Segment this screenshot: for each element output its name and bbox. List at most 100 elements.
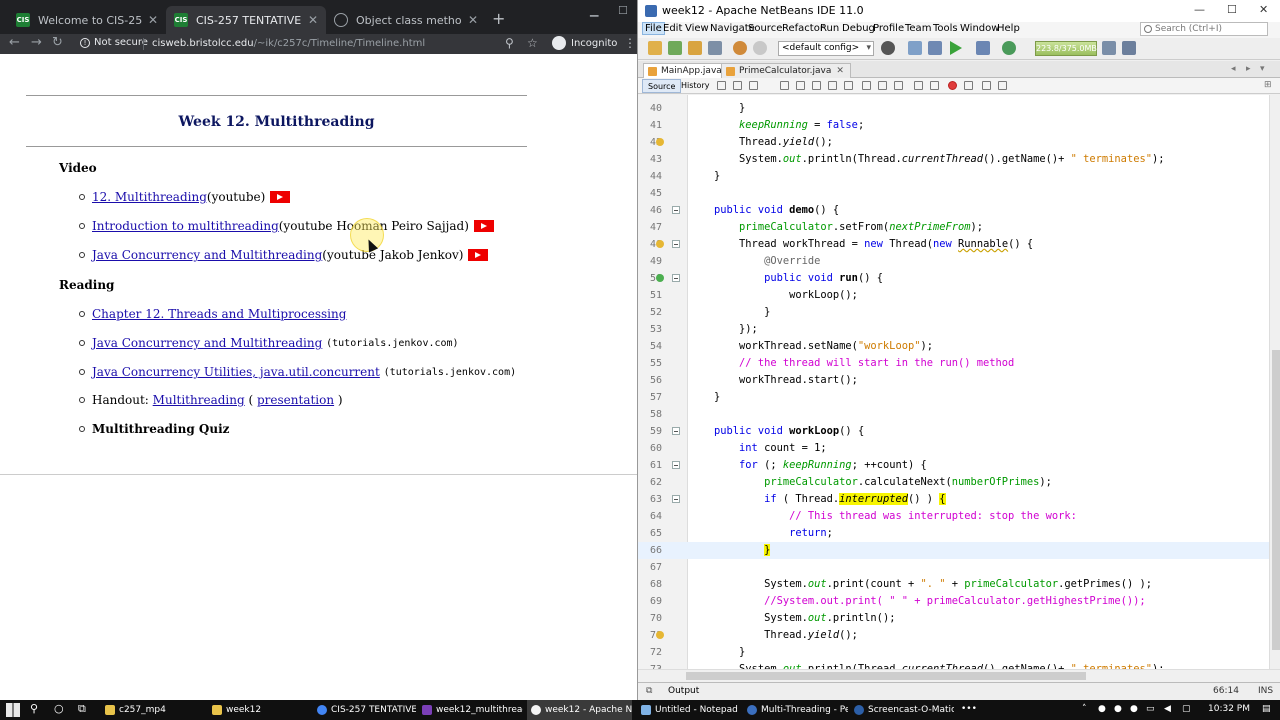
shift-right-icon[interactable]: [930, 81, 939, 90]
redo-icon[interactable]: [753, 41, 767, 55]
warning-marker-icon[interactable]: [656, 631, 664, 639]
youtube-icon[interactable]: [270, 191, 291, 203]
minimize-icon[interactable]: —: [1194, 3, 1205, 16]
menu-edit[interactable]: Edit: [663, 23, 682, 34]
taskbar-item-multithreading-doc[interactable]: Multi-Threading - Per...: [743, 700, 848, 720]
override-marker-icon[interactable]: [656, 274, 664, 282]
gc-icon[interactable]: [1102, 41, 1116, 55]
find-selection-icon[interactable]: [828, 81, 837, 90]
record-macro-icon[interactable]: [948, 81, 957, 90]
history-view-button[interactable]: History: [676, 79, 714, 93]
fold-toggle-icon[interactable]: [672, 206, 680, 214]
fold-toggle-icon[interactable]: [672, 274, 680, 282]
fold-toggle-icon[interactable]: [672, 495, 680, 503]
menu-view[interactable]: View: [685, 23, 709, 34]
scroll-thumb[interactable]: [686, 672, 1086, 680]
menu-tools[interactable]: Tools: [933, 23, 958, 34]
run-icon[interactable]: [950, 41, 962, 55]
profile-icon[interactable]: [1002, 41, 1016, 55]
taskbar-item-week12[interactable]: week12: [208, 700, 311, 720]
vertical-scrollbar[interactable]: [1269, 95, 1280, 669]
incognito-indicator[interactable]: Incognito: [552, 36, 617, 50]
next-bookmark-icon[interactable]: [878, 81, 887, 90]
build-icon[interactable]: [908, 41, 922, 55]
back-icon[interactable]: ←: [9, 35, 20, 50]
network-icon[interactable]: ▭: [1146, 704, 1155, 714]
ide-search-input[interactable]: Search (Ctrl+I): [1140, 22, 1268, 36]
menu-source[interactable]: Source: [748, 23, 782, 34]
new-file-icon[interactable]: [668, 41, 682, 55]
menu-help[interactable]: Help: [997, 23, 1020, 34]
tab-scroll-left-icon[interactable]: ◂: [1231, 64, 1236, 74]
menu-refactor[interactable]: Refactor: [782, 23, 824, 34]
toggle-highlight-icon[interactable]: [844, 81, 853, 90]
tray-up-icon[interactable]: ˄: [1082, 704, 1087, 714]
close-icon[interactable]: ✕: [148, 13, 158, 27]
pause-io-icon[interactable]: [1122, 41, 1136, 55]
forward-icon[interactable]: →: [31, 35, 42, 50]
config-select[interactable]: <default config>: [778, 41, 874, 56]
notifications-icon[interactable]: ▤: [1262, 704, 1271, 714]
toggle-bookmark-icon[interactable]: [894, 81, 903, 90]
restore-icon[interactable]: ☐: [618, 4, 628, 17]
memory-meter[interactable]: 223.8/375.0MB: [1035, 41, 1097, 56]
search-icon[interactable]: ⚲: [30, 702, 38, 715]
menu-run[interactable]: Run: [820, 23, 839, 34]
overflow-icon[interactable]: •••: [961, 704, 977, 714]
stop-macro-icon[interactable]: [964, 81, 973, 90]
chapter-link[interactable]: Chapter 12. Threads and Multiprocessing: [92, 307, 346, 321]
tab-primecalculator[interactable]: PrimeCalculator.java ✕: [721, 63, 851, 78]
clean-build-icon[interactable]: [928, 41, 942, 55]
tab-welcome[interactable]: CIS Welcome to CIS-257 online! ✕: [8, 6, 166, 34]
jenkov-concurrency-link[interactable]: Java Concurrency and Multithreading: [92, 336, 322, 350]
tab-scroll-right-icon[interactable]: ▸: [1246, 64, 1251, 74]
menu-debug[interactable]: Debug: [842, 23, 875, 34]
display-icon[interactable]: ▢: [1182, 704, 1191, 714]
taskbar-item-c257-mp4[interactable]: c257_mp4: [101, 700, 206, 720]
address-bar[interactable]: cisweb.bristolcc.edu/~ik/c257c/Timeline/…: [152, 38, 425, 49]
warning-marker-icon[interactable]: [656, 138, 664, 146]
tray-app-icon[interactable]: ●: [1114, 704, 1122, 714]
tab-schedule[interactable]: CIS CIS-257 TENTATIVE SCHEDULE ✕: [166, 6, 326, 34]
clock[interactable]: 10:32 PM: [1208, 704, 1250, 714]
close-icon[interactable]: ✕: [1259, 3, 1268, 16]
last-edit-icon[interactable]: [717, 81, 726, 90]
taskbar-item-week12-multithreading[interactable]: week12_multithreadi...: [418, 700, 523, 720]
uncomment-icon[interactable]: [998, 81, 1007, 90]
code-editor[interactable]: 40 } 41 keepRunning = false; 42 Thread.y…: [638, 95, 1269, 669]
reload-icon[interactable]: ↻: [52, 35, 63, 50]
scroll-thumb[interactable]: [1272, 350, 1280, 650]
task-view-icon[interactable]: ⧉: [78, 702, 86, 716]
cortana-icon[interactable]: ○: [54, 702, 64, 715]
find-next-icon[interactable]: [812, 81, 821, 90]
fold-toggle-icon[interactable]: [672, 427, 680, 435]
horizontal-scrollbar[interactable]: [638, 669, 1280, 681]
video-link[interactable]: Introduction to multithreading: [92, 219, 279, 233]
warning-marker-icon[interactable]: [656, 240, 664, 248]
menu-profile[interactable]: Profile: [873, 23, 904, 34]
split-editor-icon[interactable]: ⊞: [1264, 80, 1272, 90]
close-icon[interactable]: ✕: [836, 66, 844, 76]
open-project-icon[interactable]: [688, 41, 702, 55]
bookmark-star-icon[interactable]: ☆: [527, 36, 538, 50]
minimize-icon[interactable]: ▁: [590, 4, 598, 17]
prev-bookmark-icon[interactable]: [862, 81, 871, 90]
windows-start-icon[interactable]: [6, 703, 20, 717]
find-previous-icon[interactable]: [796, 81, 805, 90]
video-link[interactable]: 12. Multithreading: [92, 190, 207, 204]
fold-toggle-icon[interactable]: [672, 240, 680, 248]
jenkov-utilities-link[interactable]: Java Concurrency Utilities, java.util.co…: [92, 365, 380, 379]
volume-icon[interactable]: ◀: [1164, 704, 1171, 714]
save-all-icon[interactable]: [708, 41, 722, 55]
output-window-icon[interactable]: ⧉: [646, 686, 652, 696]
back-icon[interactable]: [733, 81, 742, 90]
forward-icon[interactable]: [749, 81, 758, 90]
tray-app-icon[interactable]: ●: [1098, 704, 1106, 714]
menu-kebab-icon[interactable]: ⋮: [624, 36, 636, 50]
video-link[interactable]: Java Concurrency and Multithreading: [92, 248, 322, 262]
zoom-icon[interactable]: ⚲: [505, 36, 514, 50]
fold-toggle-icon[interactable]: [672, 461, 680, 469]
close-icon[interactable]: ✕: [308, 13, 318, 27]
find-icon[interactable]: [780, 81, 789, 90]
new-tab-icon[interactable]: +: [492, 9, 505, 28]
